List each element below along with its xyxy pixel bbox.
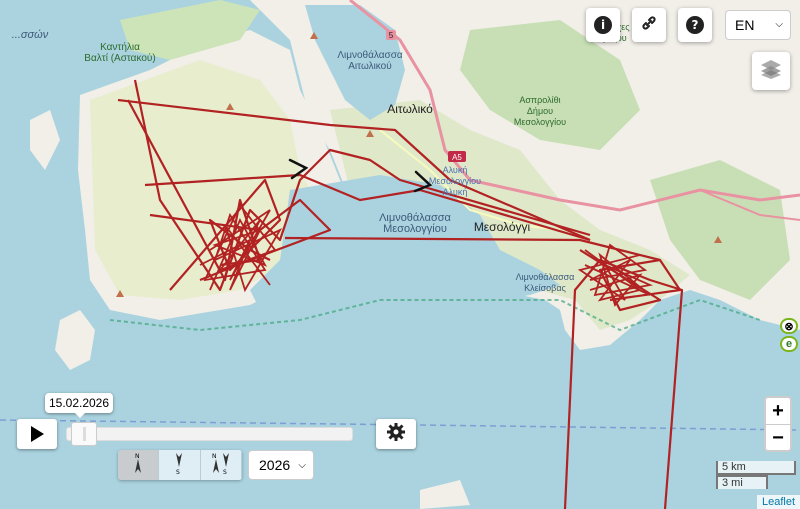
label-lagoon-kleisova: Λιμνοθάλασσα Κλείσοβας xyxy=(515,272,575,293)
label-lagoon-mesolongi: Λιμνοθάλασσα Μεσολογγίου xyxy=(379,212,451,235)
info-button[interactable]: i xyxy=(586,8,620,42)
south-arrow-icon: S xyxy=(172,452,186,479)
south-direction-button[interactable]: S xyxy=(159,450,201,480)
label-lagoon-aitoliko: Λιμνοθάλασσα Αιτωλικού xyxy=(337,50,403,72)
label-road-a5: A5 xyxy=(452,153,462,162)
help-icon: ? xyxy=(686,16,704,34)
scale-mi: 3 mi xyxy=(716,475,768,489)
north-south-arrow-icon: NS xyxy=(211,452,231,479)
e-panel-tab[interactable]: e xyxy=(780,336,798,352)
label-saltpans: Αλυκή Μεσολογγίου Αλυκή xyxy=(428,165,482,197)
share-link-button[interactable] xyxy=(632,8,666,42)
zoom-control: + − xyxy=(764,396,792,452)
layers-button[interactable] xyxy=(752,52,790,90)
timeline-date-tooltip: 15.02.2026 xyxy=(45,393,113,418)
north-south-direction-button[interactable]: NS xyxy=(200,450,242,480)
label-sea-top-left: ...σσών xyxy=(11,29,49,41)
info-icon: i xyxy=(594,16,612,34)
language-value: EN xyxy=(735,17,755,33)
north-direction-button[interactable]: N xyxy=(118,450,160,480)
close-panel-tab[interactable]: ⊗ xyxy=(780,318,798,334)
north-arrow-icon: N xyxy=(131,452,145,479)
link-icon xyxy=(641,15,657,36)
year-value: 2026 xyxy=(259,457,291,473)
scale-km: 5 km xyxy=(716,461,796,475)
label-kantilia: Καντήλια Βαλτί (Αστακού) xyxy=(84,42,156,64)
label-road-5: 5 xyxy=(388,31,394,40)
label-aitoliko: Αιτωλικό xyxy=(387,102,433,116)
label-mesolongi: Μεσολόγγι xyxy=(473,220,531,234)
play-button[interactable] xyxy=(17,419,57,449)
scale-bar: 5 km 3 mi xyxy=(716,461,796,489)
svg-text:N: N xyxy=(135,453,140,460)
attribution-link[interactable]: Leaflet xyxy=(756,495,800,509)
timeline-slider-handle[interactable] xyxy=(71,422,98,446)
label-aspropyrgi: Ασπρολίθι Δήμου Μεσολογγίου xyxy=(513,95,567,127)
direction-filter-group: N S NS xyxy=(118,450,242,480)
settings-button[interactable] xyxy=(376,419,416,449)
svg-text:S: S xyxy=(176,469,180,474)
zoom-out-button[interactable]: − xyxy=(766,425,790,451)
year-select[interactable]: 2026 ⌵ xyxy=(248,450,314,480)
layers-icon xyxy=(759,58,783,85)
help-button[interactable]: ? xyxy=(678,8,712,42)
chevron-down-icon: ⌵ xyxy=(775,19,783,30)
chevron-down-icon: ⌵ xyxy=(298,460,306,471)
language-select[interactable]: EN ⌵ xyxy=(725,10,791,40)
zoom-in-button[interactable]: + xyxy=(766,398,790,425)
svg-text:S: S xyxy=(223,469,227,474)
svg-text:N: N xyxy=(212,453,217,460)
timeline-slider[interactable] xyxy=(66,427,353,441)
play-icon xyxy=(30,426,44,442)
gear-icon xyxy=(386,422,406,447)
